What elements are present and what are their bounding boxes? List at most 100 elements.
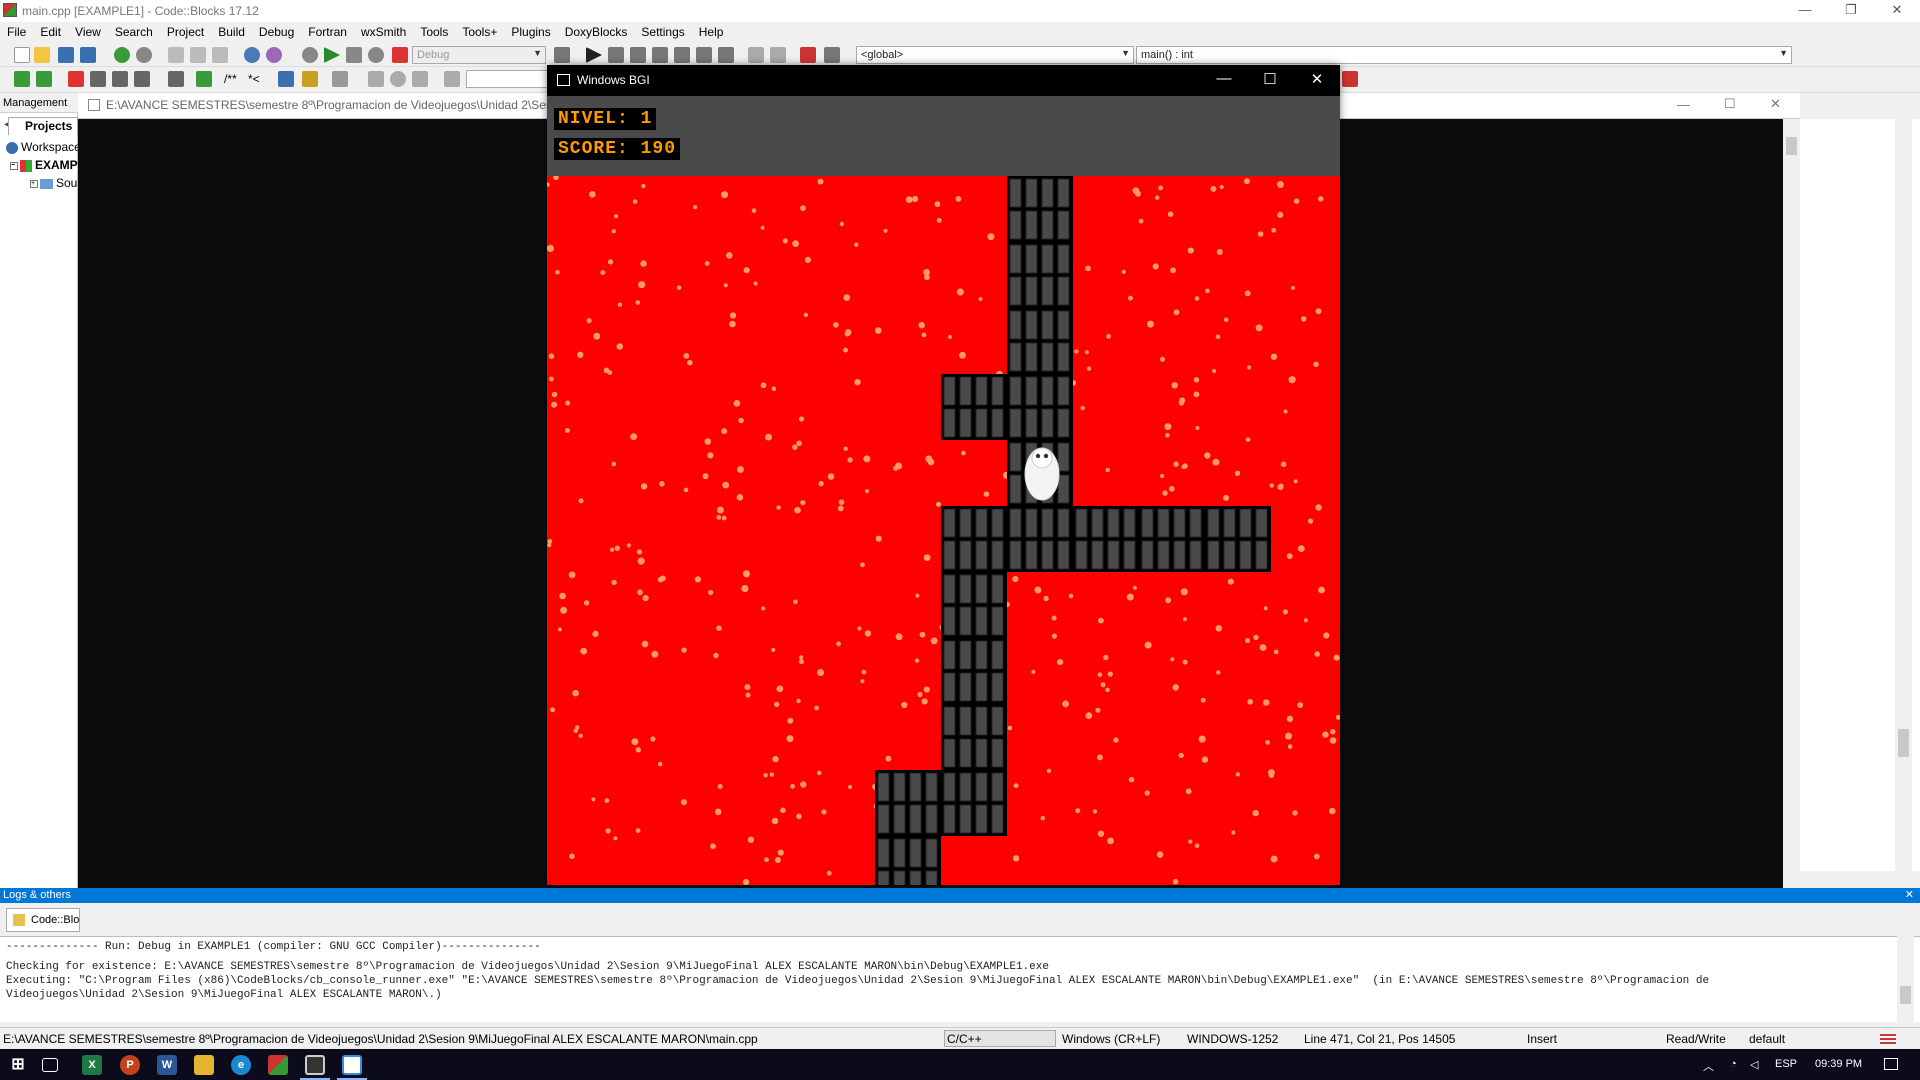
console-scrollbar[interactable]	[1783, 119, 1800, 937]
build-target-select[interactable]: Debug ▼	[412, 46, 546, 64]
excel-icon[interactable]: X	[82, 1055, 102, 1075]
debug-continue-icon[interactable]	[586, 47, 602, 63]
editor-scrollbar[interactable]	[1895, 119, 1912, 871]
editor-scroll-thumb[interactable]	[1898, 729, 1909, 757]
codeblocks-task-icon[interactable]	[268, 1055, 288, 1075]
copy-icon[interactable]	[190, 47, 206, 63]
extract-docs-icon[interactable]	[196, 71, 212, 87]
word-icon[interactable]: W	[157, 1055, 177, 1075]
run-icon[interactable]	[324, 47, 340, 63]
language-indicator[interactable]: ESP	[1775, 1058, 1797, 1070]
run-to-cursor-icon[interactable]	[608, 47, 624, 63]
bgi-task-icon[interactable]	[342, 1055, 362, 1075]
menu-debug[interactable]: Debug	[252, 22, 301, 39]
bgi-close-button[interactable]: ✕	[1294, 70, 1340, 88]
incremental-search-input[interactable]	[466, 70, 548, 88]
close-button[interactable]: ✕	[1874, 0, 1920, 22]
undo-icon[interactable]	[114, 47, 130, 63]
logs-scrollbar[interactable]	[1897, 936, 1914, 1022]
minimize-button[interactable]: —	[1782, 0, 1828, 22]
incremental-search-icon[interactable]	[444, 71, 460, 87]
save-icon[interactable]	[58, 47, 74, 63]
wifi-icon[interactable]: ◔	[1730, 1058, 1737, 1070]
logs-close-icon[interactable]: ✕	[1905, 888, 1914, 901]
bgi-window[interactable]: Windows BGI — ☐ ✕ NIVEL: 1 SCORE: 190	[547, 65, 1340, 885]
menu-search[interactable]: Search	[108, 22, 160, 39]
replace-icon[interactable]	[266, 47, 282, 63]
menu-build[interactable]: Build	[211, 22, 252, 39]
editor-close-button[interactable]: ✕	[1770, 96, 1781, 112]
build-run-icon[interactable]	[346, 47, 362, 63]
abort-icon[interactable]	[392, 47, 408, 63]
tab-codeblocks-log[interactable]: Code::Blocks	[6, 908, 80, 932]
expand-icon[interactable]: +	[30, 179, 38, 188]
show-select-target-icon[interactable]	[554, 47, 570, 63]
next-instruction-icon[interactable]	[696, 47, 712, 63]
debug-windows-icon[interactable]	[800, 47, 816, 63]
menu-fortran[interactable]: Fortran	[301, 22, 354, 39]
menu-file[interactable]: File	[0, 22, 33, 39]
task-view-icon[interactable]	[42, 1058, 58, 1072]
clear-bookmarks-icon[interactable]	[134, 71, 150, 87]
console-scroll-thumb[interactable]	[1786, 137, 1797, 155]
find-icon[interactable]	[244, 47, 260, 63]
redo-icon[interactable]	[136, 47, 152, 63]
tree-project[interactable]: − EXAMPLE1	[10, 158, 82, 172]
menu-plugins[interactable]: Plugins	[504, 22, 557, 39]
block-comment-button[interactable]: /**	[224, 72, 237, 86]
jump-back-icon[interactable]	[14, 71, 30, 87]
step-into-instruction-icon[interactable]	[718, 47, 734, 63]
game-canvas[interactable]	[547, 176, 1340, 885]
function-select[interactable]: main() : int ▼	[1136, 46, 1792, 64]
menu-settings[interactable]: Settings	[634, 22, 691, 39]
clock[interactable]: 09:39 PM	[1815, 1058, 1862, 1070]
menu-wxsmith[interactable]: wxSmith	[354, 22, 413, 39]
editor-maximize-button[interactable]: ☐	[1724, 96, 1736, 112]
step-into-icon[interactable]	[652, 47, 668, 63]
menu-tools[interactable]: Tools	[413, 22, 455, 39]
restore-button[interactable]: ❐	[1828, 0, 1874, 22]
pause-icon[interactable]	[748, 47, 764, 63]
windows-start-icon[interactable]: ⊞	[8, 1055, 28, 1075]
paste-icon[interactable]	[212, 47, 228, 63]
tray-chevron-up-icon[interactable]: ︿	[1703, 1058, 1714, 1074]
menu-help[interactable]: Help	[692, 22, 731, 39]
notifications-icon[interactable]	[1884, 1058, 1898, 1070]
nav-next-icon[interactable]	[412, 71, 428, 87]
nav-stop-icon[interactable]	[390, 71, 406, 87]
toggle-bookmark-icon[interactable]	[68, 71, 84, 87]
prev-bookmark-icon[interactable]	[90, 71, 106, 87]
powerpoint-icon[interactable]: P	[120, 1055, 140, 1075]
cut-icon[interactable]	[168, 47, 184, 63]
new-file-icon[interactable]	[14, 47, 30, 63]
run-chm-icon[interactable]	[302, 71, 318, 87]
bgi-minimize-button[interactable]: —	[1201, 70, 1247, 87]
tree-workspace[interactable]: Workspace	[6, 140, 78, 154]
build-log[interactable]: -------------- Run: Debug in EXAMPLE1 (c…	[0, 936, 1920, 1022]
tab-projects[interactable]: Projects	[8, 117, 78, 135]
doxywizard-icon[interactable]	[168, 71, 184, 87]
bgi-maximize-button[interactable]: ☐	[1247, 70, 1293, 88]
open-folder-icon[interactable]	[34, 47, 50, 63]
file-explorer-icon[interactable]	[194, 1055, 214, 1075]
menu-project[interactable]: Project	[160, 22, 211, 39]
stop-debugger-icon[interactable]	[770, 47, 786, 63]
rebuild-icon[interactable]	[368, 47, 384, 63]
menu-tools-plus[interactable]: Tools+	[455, 22, 504, 39]
console-task-icon[interactable]	[305, 1055, 325, 1075]
volume-icon[interactable]: ◁	[1750, 1058, 1758, 1071]
save-all-icon[interactable]	[80, 47, 96, 63]
next-bookmark-icon[interactable]	[112, 71, 128, 87]
next-line-icon[interactable]	[630, 47, 646, 63]
logs-scroll-thumb[interactable]	[1900, 986, 1911, 1004]
menu-doxyblocks[interactable]: DoxyBlocks	[558, 22, 635, 39]
collapse-icon[interactable]: −	[10, 161, 18, 170]
line-comment-button[interactable]: *<	[248, 72, 260, 86]
step-out-icon[interactable]	[674, 47, 690, 63]
nav-prev-icon[interactable]	[368, 71, 384, 87]
edge-icon[interactable]: e	[231, 1055, 251, 1075]
scope-select[interactable]: <global> ▼	[856, 46, 1134, 64]
wrench-icon[interactable]	[332, 71, 348, 87]
various-info-icon[interactable]	[824, 47, 840, 63]
tool-wrench-icon[interactable]	[1342, 71, 1358, 87]
